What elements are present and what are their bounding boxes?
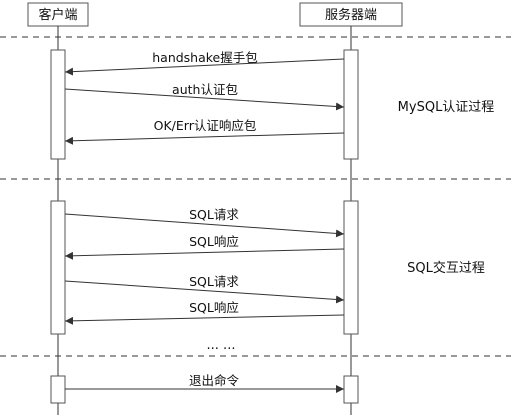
sql-response-2-arrow bbox=[64, 314, 345, 325]
client-activation-auth bbox=[50, 49, 66, 160]
sql-response-2-label: SQL响应 bbox=[189, 300, 239, 315]
sql-request-2-label: SQL请求 bbox=[189, 274, 239, 289]
auth-response-arrow bbox=[64, 132, 345, 145]
sql-request-1-label: SQL请求 bbox=[189, 207, 239, 222]
sequence-diagram: 客户端 服务器端 handshake握手包 auth认证包 OK/Err认证响应… bbox=[0, 0, 511, 415]
server-activation-auth bbox=[343, 49, 359, 160]
handshake-label: handshake握手包 bbox=[152, 50, 258, 65]
sql-response-1-label: SQL响应 bbox=[189, 234, 239, 249]
diagram-canvas: 客户端 服务器端 handshake握手包 auth认证包 OK/Err认证响应… bbox=[0, 2, 511, 415]
server-activation-sql bbox=[343, 200, 359, 335]
client-participant-label: 客户端 bbox=[38, 7, 77, 23]
auth-phase-label: MySQL认证过程 bbox=[398, 100, 495, 115]
server-participant-label: 服务器端 bbox=[325, 7, 377, 23]
client-activation-sql bbox=[50, 200, 66, 335]
quit-label: 退出命令 bbox=[189, 373, 240, 388]
auth-label: auth认证包 bbox=[172, 82, 238, 97]
auth-response-label: OK/Err认证响应包 bbox=[154, 118, 257, 133]
sql-response-1-arrow bbox=[64, 248, 345, 260]
client-activation-quit bbox=[50, 375, 66, 404]
continuation-ellipsis: ... ... bbox=[207, 338, 236, 353]
server-activation-quit bbox=[343, 375, 359, 404]
sql-phase-label: SQL交互过程 bbox=[407, 260, 485, 276]
